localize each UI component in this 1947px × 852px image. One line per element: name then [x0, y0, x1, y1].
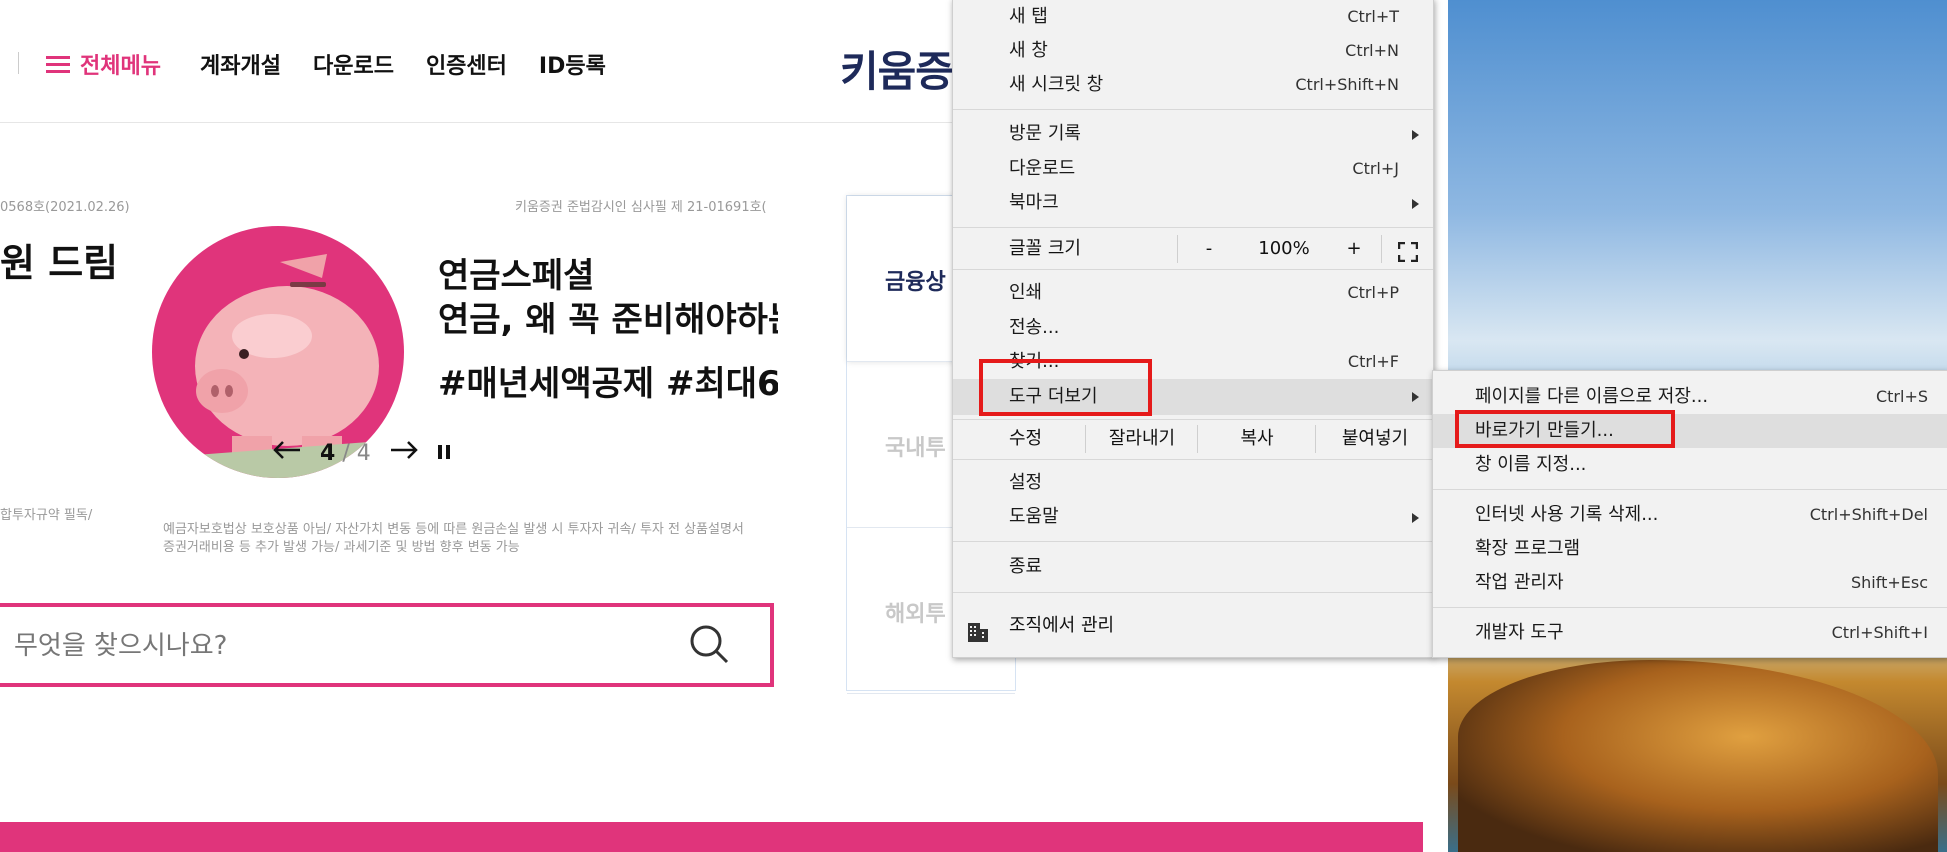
zoom-label: 글꼴 크기 [1009, 238, 1081, 259]
menu-new-window[interactable]: 새 창 Ctrl+N [953, 34, 1433, 68]
menu-separator [953, 592, 1433, 593]
menu-zoom-row: 글꼴 크기 - 100% + [953, 231, 1433, 267]
submenu-arrow-icon [1412, 130, 1419, 140]
fullscreen-icon[interactable] [1383, 239, 1433, 263]
slide-title: 연금스페셜 [438, 256, 595, 296]
side-tab-label: 해외투 [885, 602, 946, 627]
menu-settings[interactable]: 설정 [953, 466, 1433, 500]
brand-logo[interactable]: 키움증 [840, 38, 954, 99]
pause-icon[interactable] [437, 441, 451, 466]
search-input[interactable] [12, 625, 666, 667]
pager-current: 4 [320, 440, 336, 466]
nav-download[interactable]: 다운로드 [313, 48, 394, 80]
submenu-clear-browsing-data[interactable]: 인터넷 사용 기록 삭제... Ctrl+Shift+Del [1433, 498, 1947, 532]
nav-id-register[interactable]: ID등록 [539, 48, 606, 80]
side-tab-label: 금융상 [885, 270, 946, 295]
paste-button[interactable]: 붙여넣기 [1317, 421, 1433, 457]
menu-separator [1433, 489, 1947, 490]
hamburger-icon [46, 52, 70, 77]
menu-find[interactable]: 찾기... Ctrl+F [953, 345, 1433, 379]
menu-separator [953, 269, 1433, 270]
menu-separator [953, 541, 1433, 542]
slide-subtitle: 연금, 왜 꼭 준비해야하는 [438, 300, 778, 340]
side-tab-label: 국내투 [885, 436, 946, 461]
nav-cert-center[interactable]: 인증센터 [426, 48, 507, 80]
submenu-arrow-icon [1412, 513, 1419, 523]
menu-edit-row: 수정 잘라내기 복사 붙여넣기 [953, 421, 1433, 457]
menu-separator [953, 109, 1433, 110]
menu-print[interactable]: 인쇄 Ctrl+P [953, 276, 1433, 310]
zoom-level: 100% [1258, 238, 1310, 259]
zoom-out-button[interactable]: - [1179, 231, 1239, 267]
prev-slide-title: 원 드림 [0, 241, 119, 285]
menu-bookmarks[interactable]: 북마크 [953, 186, 1433, 220]
menu-separator [1433, 607, 1947, 608]
menu-new-incognito[interactable]: 새 시크릿 창 Ctrl+Shift+N [953, 68, 1433, 102]
menu-new-tab[interactable]: 새 탭 Ctrl+T [953, 0, 1433, 34]
all-menu-button[interactable]: 전체메뉴 [46, 48, 161, 80]
cut-button[interactable]: 잘라내기 [1087, 421, 1197, 457]
more-tools-submenu: 페이지를 다른 이름으로 저장... Ctrl+S 바로가기 만들기... 창 이… [1432, 370, 1947, 658]
arrow-right-icon[interactable] [389, 440, 419, 466]
disclaimer-left: 합투자규약 필독/ [0, 508, 93, 523]
menu-history[interactable]: 방문 기록 [953, 117, 1433, 151]
slide-hashtags: #매년세액공제 #최대66만 [438, 364, 778, 404]
submenu-arrow-icon [1412, 199, 1419, 209]
wallpaper-rock [1458, 660, 1938, 852]
menu-exit[interactable]: 종료 [953, 550, 1433, 584]
menu-separator [953, 419, 1433, 420]
nav-account-open[interactable]: 계좌개설 [200, 48, 281, 80]
submenu-save-page[interactable]: 페이지를 다른 이름으로 저장... Ctrl+S [1433, 380, 1947, 414]
submenu-task-manager[interactable]: 작업 관리자 Shift+Esc [1433, 566, 1947, 600]
top-nav: 계좌개설 다운로드 인증센터 ID등록 [200, 48, 606, 80]
all-menu-label: 전체메뉴 [80, 54, 161, 79]
banner-meta-left: 0568호(2021.02.26) [0, 200, 130, 215]
building-icon [967, 615, 989, 661]
menu-separator [953, 227, 1433, 228]
menu-more-tools[interactable]: 도구 더보기 [953, 379, 1433, 415]
zoom-in-button[interactable]: + [1329, 231, 1379, 267]
slide-pager: 4 / 4 [272, 440, 451, 466]
submenu-create-shortcut[interactable]: 바로가기 만들기... [1433, 414, 1947, 448]
banner-meta-right: 키움증권 준법감시인 심사필 제 21-01691호( [515, 200, 767, 215]
menu-managed-by-org[interactable]: 조직에서 관리 [953, 603, 1433, 649]
menu-cast[interactable]: 전송... [953, 311, 1433, 345]
submenu-extensions[interactable]: 확장 프로그램 [1433, 532, 1947, 566]
menu-help[interactable]: 도움말 [953, 500, 1433, 534]
header-divider [18, 52, 19, 74]
edit-label: 수정 [1009, 428, 1043, 449]
menu-downloads[interactable]: 다운로드 Ctrl+J [953, 152, 1433, 186]
submenu-arrow-icon [1412, 392, 1419, 402]
search-icon[interactable] [688, 623, 730, 669]
disclaimer-line-1: 예금자보호법상 보호상품 아님/ 자산가치 변동 등에 따른 원금손실 발생 시… [163, 522, 744, 537]
submenu-dev-tools[interactable]: 개발자 도구 Ctrl+Shift+I [1433, 616, 1947, 650]
menu-separator [953, 459, 1433, 460]
browser-context-menu: 새 탭 Ctrl+T 새 창 Ctrl+N 새 시크릿 창 Ctrl+Shift+N … [952, 0, 1434, 658]
search-box [0, 603, 774, 687]
copy-button[interactable]: 복사 [1199, 421, 1315, 457]
pager-total: / 4 [342, 440, 371, 466]
submenu-name-window[interactable]: 창 이름 지정... [1433, 448, 1947, 482]
footer-bar [0, 822, 1423, 852]
disclaimer-line-2: 증권거래비용 등 추가 발생 가능/ 과세기준 및 방법 향후 변동 가능 [163, 540, 520, 555]
arrow-left-icon[interactable] [272, 440, 302, 466]
